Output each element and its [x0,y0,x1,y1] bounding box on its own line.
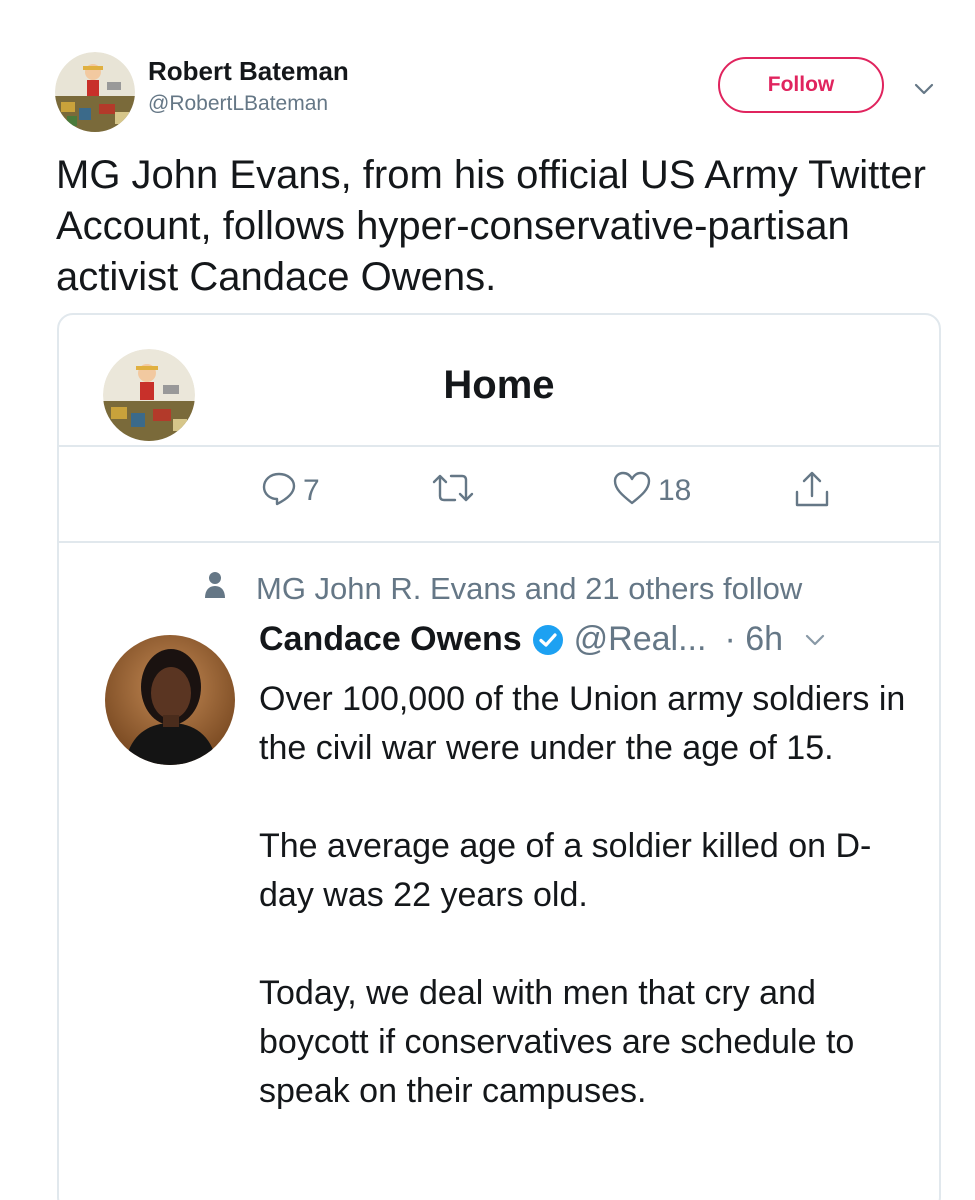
like-action[interactable]: 18 [612,470,691,511]
retweet-action[interactable] [431,470,475,511]
inner-tweet-header: Candace Owens @Real... · 6h [259,620,929,659]
share-icon [792,470,832,515]
attached-screenshot[interactable]: Home 7 18 MG John R. Evans and 21 others… [57,313,941,1200]
page-title: Home [443,363,555,407]
tweet-text: MG John Evans, from his official US Army… [56,153,926,299]
tweet-page: Robert Bateman @RobertLBateman Follow MG… [0,0,975,1200]
inner-tweet-paragraph: Today, we deal with men that cry and boy… [259,974,855,1110]
like-icon [612,470,652,511]
social-context: MG John R. Evans and 21 others follow [204,571,802,607]
inner-tweet-paragraph: Over 100,000 of the Union army soldiers … [259,680,906,767]
reply-icon [261,470,297,511]
follow-button[interactable]: Follow [718,57,884,113]
inner-author-handle[interactable]: @Real... [574,620,707,659]
reply-action[interactable]: 7 [261,470,320,511]
candace-owens-avatar[interactable] [105,635,235,765]
chevron-down-icon[interactable] [910,78,938,100]
inner-author-name[interactable]: Candace Owens [259,620,522,659]
author-avatar[interactable] [55,52,135,132]
inner-tweet-paragraph: The average age of a soldier killed on D… [259,827,872,914]
divider [59,445,939,447]
retweet-icon [431,470,475,511]
inner-timestamp[interactable]: · 6h [724,620,783,659]
author-handle[interactable]: @RobertLBateman [148,92,328,116]
verified-badge-icon [532,624,564,656]
share-action[interactable] [792,470,832,515]
reply-count: 7 [303,473,320,507]
chevron-down-icon[interactable] [801,629,829,651]
divider [59,541,939,543]
social-context-text: MG John R. Evans and 21 others follow [256,571,803,606]
person-icon [204,571,226,607]
inner-tweet-body: Over 100,000 of the Union army soldiers … [259,675,919,1165]
author-name[interactable]: Robert Bateman [148,56,349,87]
like-count: 18 [658,473,692,507]
